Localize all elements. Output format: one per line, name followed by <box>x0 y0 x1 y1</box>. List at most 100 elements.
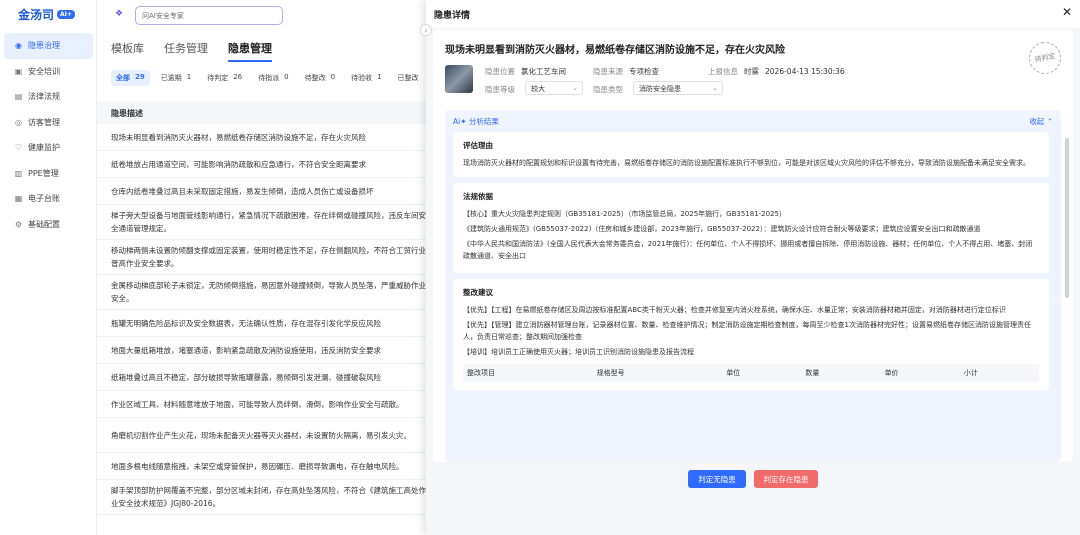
table-row[interactable]: 仓库内纸卷堆叠过高且未采取固定措施，易发生倾倒，造成人员伤亡或设备损坏 <box>97 178 427 205</box>
table-row[interactable]: 角磨机切割作业产生火花，现场未配备灭火器等灭火器材，未设置防火隔离，易引发火灾。 <box>97 418 427 453</box>
law-title: 法规依据 <box>463 192 493 201</box>
advice-section: 整改建议 【优先】【工程】在易燃纸卷存储区及周边按标准配置ABC类干粉灭火器；检… <box>453 279 1049 390</box>
sidebar: 金汤司 AI+ ◉ 隐患治理 ▣ 安全培训 ▤ 法律法规 ◎ 访客管理 ♡ 健康监护 ▥ P… <box>0 0 97 535</box>
analysis-body: 评估理由 现场消防灭火器材的配置规划和标识设置有待完善，易燃纸卷存储区的消防设施… <box>453 132 1049 462</box>
table-row[interactable]: 地面大量纸箱堆放，堵塞通道，影响紧急疏散及消防设施使用，违反消防安全要求 <box>97 337 427 364</box>
level-select[interactable]: 较大 ⌄ <box>525 81 583 95</box>
apps-icon[interactable]: ❖ <box>115 9 123 19</box>
reason-text: 现场消防灭火器材的配置规划和标识设置有待完善，易燃纸卷存储区的消防设施配置标准执… <box>463 159 1030 167</box>
law-section: 法规依据 【核心】重大火灾隐患判定规则（GB35181-2025）（市场监管总局… <box>453 183 1049 273</box>
sidebar-item-config[interactable]: ⚙ 基础配置 <box>4 212 93 238</box>
table-row[interactable]: 作业区域工具、材料随意堆放于地面，可能导致人员绊倒、滑倒，影响作业安全与疏散。 <box>97 391 427 418</box>
training-icon: ▣ <box>14 66 23 76</box>
drawer-header: 隐患详情 ✕ <box>426 0 1080 28</box>
type-select[interactable]: 消防安全隐患 ⌄ <box>633 81 723 95</box>
filter-overdue[interactable]: 已逾期 1 <box>156 70 196 86</box>
analysis-label: 分析结果 <box>468 117 499 126</box>
health-icon: ♡ <box>14 143 23 153</box>
close-icon[interactable]: ✕ <box>1062 5 1072 19</box>
level-label: 隐患等级 <box>485 85 515 94</box>
filter-count: 0 <box>330 73 336 81</box>
filter-count: 1 <box>377 73 382 81</box>
source-label: 隐患来源 <box>593 67 623 76</box>
hazard-detail-drawer: 隐患详情 ✕ › 现场未明显看到消防灭火器材，易燃纸卷存储区消防设施不足，存在火… <box>420 0 1080 535</box>
sidebar-item-label: 基础配置 <box>28 219 60 229</box>
chevron-right-icon[interactable]: › <box>420 24 432 36</box>
filter-label: 待整改 <box>304 74 326 82</box>
table-row[interactable]: 现场未明显看到消防灭火器材，易燃纸卷存储区消防设施不足，存在火灾风险 <box>97 124 427 151</box>
law-item: 《中华人民共和国消防法》(全国人民代表大会常务委员会，2021年施行)：任何单位… <box>463 240 1033 260</box>
column-header: 规格型号 <box>592 364 723 382</box>
sidebar-item-ledger[interactable]: ▦ 电子台账 <box>4 186 93 212</box>
type-label: 隐患类型 <box>593 85 623 94</box>
filter-pending-assign[interactable]: 待指派 0 <box>253 70 293 86</box>
filter-pending-fix[interactable]: 待整改 0 <box>300 70 340 86</box>
sidebar-item-label: 电子台账 <box>28 194 60 204</box>
advice-item: 【培训】培训员工正确使用灭火器；培训员工识别消防设施隐患及报告流程 <box>463 348 694 356</box>
judge-no-hazard-button[interactable]: 判定无隐患 <box>688 470 746 488</box>
source-value: 专项检查 <box>629 67 659 76</box>
logo-text: 金汤司 <box>18 8 55 22</box>
logo-badge: AI+ <box>57 10 75 19</box>
topbar: ❖ 问AI安全专家 <box>97 0 427 32</box>
column-header: 整改项目 <box>463 364 593 382</box>
table-header: 隐患描述 <box>97 102 427 124</box>
scrollbar[interactable] <box>1065 138 1069 298</box>
hazard-list: 现场未明显看到消防灭火器材，易燃纸卷存储区消防设施不足，存在火灾风险 纸卷堆放占… <box>97 124 427 515</box>
filter-pending-accept[interactable]: 待验收 1 <box>346 70 386 86</box>
table-row[interactable]: 瓶罐无明确危险品标识及安全数据表，无法确认性质，存在混存引发化学反应风险 <box>97 310 427 337</box>
tab-tasks[interactable]: 任务管理 <box>164 40 208 62</box>
table-row[interactable]: 梯子旁大型设备与地面管线影响通行，紧急情况下疏散困难，存在绊倒或碰撞风险，违反车… <box>97 205 427 240</box>
location-value: 氯化工艺车间 <box>521 67 566 76</box>
location-field: 隐患位置 氯化工艺车间 <box>485 66 566 77</box>
chevron-down-icon: ⌄ <box>572 84 578 92</box>
table-row[interactable]: 纸卷堆放占用通道空间，可能影响消防疏散和应急通行，不符合安全距离要求 <box>97 151 427 178</box>
law-icon: ▤ <box>14 92 23 102</box>
sidebar-item-label: 健康监护 <box>28 143 60 153</box>
tab-templates[interactable]: 模板库 <box>111 40 144 62</box>
sidebar-item-hazard[interactable]: ◉ 隐患治理 <box>4 33 93 59</box>
law-item: 《建筑防火通用规范》(GB55037-2022)（住房和城乡建设部，2023年施… <box>463 225 981 233</box>
type-value: 消防安全隐患 <box>639 85 681 93</box>
advice-item: 【优先】【管理】建立消防器材管理台账，记录器材位置、数量、检查维护情况；制定消防… <box>463 321 1031 341</box>
table-row[interactable]: 纸箱堆叠过高且不稳定，部分破损导致瓶罐暴露，易倾倒引发泄漏、碰撞破裂风险 <box>97 364 427 391</box>
sidebar-item-visitor[interactable]: ◎ 访客管理 <box>4 110 93 136</box>
tab-hazards[interactable]: 隐患管理 <box>228 40 272 62</box>
report-time-value: 2026-04-13 15:30:36 <box>765 67 845 76</box>
collapse-button[interactable]: 收起 ⌃ <box>1029 116 1053 127</box>
main-panel: ❖ 问AI安全专家 模板库 任务管理 隐患管理 全部 29 已逾期 1 待判定 26 … <box>97 0 427 535</box>
filter-label: 已整改 <box>397 74 419 82</box>
sidebar-item-label: 法律法规 <box>28 92 60 102</box>
ai-search-input[interactable]: 问AI安全专家 <box>135 6 283 25</box>
sidebar-item-label: 隐患治理 <box>28 41 60 51</box>
sidebar-item-ppe[interactable]: ▥ PPE管理 <box>4 161 93 187</box>
filter-pending-judge[interactable]: 待判定 26 <box>202 70 247 86</box>
app-logo: 金汤司 AI+ <box>18 6 75 23</box>
sidebar-item-law[interactable]: ▤ 法律法规 <box>4 84 93 110</box>
table-row[interactable]: 地面多根电线随意拖拽，未架空或穿管保护，易因碾压、磨损导致漏电，存在触电风险。 <box>97 453 427 480</box>
collapse-label: 收起 <box>1029 117 1045 126</box>
reason-section: 评估理由 现场消防灭火器材的配置规划和标识设置有待完善，易燃纸卷存储区的消防设施… <box>453 132 1049 177</box>
filter-label: 已逾期 <box>160 74 182 82</box>
filter-count: 0 <box>284 73 289 81</box>
filter-fixed[interactable]: 已整改 <box>393 70 424 86</box>
judge-hazard-button[interactable]: 判定存在隐患 <box>754 470 818 488</box>
hazard-photo[interactable] <box>445 65 473 93</box>
level-value: 较大 <box>531 85 545 93</box>
sidebar-item-health[interactable]: ♡ 健康监护 <box>4 135 93 161</box>
advice-item: 【优先】【工程】在易燃纸卷存储区及周边按标准配置ABC类干粉灭火器；检查并修复室… <box>463 306 1006 314</box>
table-row[interactable]: 金属移动梯底部轮子未锁定，无防倾倒措施，易因意外碰撞倾倒，导致人员坠落，严重威胁… <box>97 275 427 310</box>
table-row[interactable]: 移动梯两侧未设置防倾翻支撑或固定装置，使用时稳定性不足，存在侧翻风险，不符合工贸… <box>97 240 427 275</box>
sidebar-item-label: 访客管理 <box>28 117 60 127</box>
ai-icon: Ai✦ <box>453 117 469 126</box>
filter-label: 待判定 <box>207 74 229 82</box>
source-field: 隐患来源 专项检查 <box>593 66 659 77</box>
report-field: 上报信息 时雾 2026-04-13 15:30:36 <box>708 66 845 77</box>
sidebar-item-training[interactable]: ▣ 安全培训 <box>4 59 93 85</box>
column-header: 单位 <box>722 364 802 382</box>
reason-title: 评估理由 <box>463 141 493 150</box>
config-icon: ⚙ <box>14 219 23 229</box>
table-row[interactable]: 脚手架顶部防护网覆盖不完整，部分区域未封闭，存在高处坠落风险，不符合《建筑施工高… <box>97 480 427 515</box>
filter-label: 待指派 <box>258 74 280 82</box>
filter-all[interactable]: 全部 29 <box>111 70 150 86</box>
